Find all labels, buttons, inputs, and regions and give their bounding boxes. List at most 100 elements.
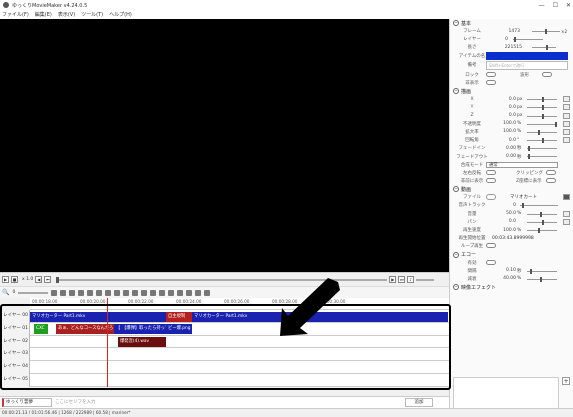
layer-lane[interactable]: レイヤー 03 <box>0 348 449 362</box>
zoom-slider[interactable] <box>18 291 49 294</box>
paste-icon[interactable] <box>69 289 76 296</box>
menu-edit[interactable]: 編集(E) <box>35 11 52 18</box>
memo-field[interactable]: Shift+Enterで改行 <box>486 60 568 70</box>
layer-slider[interactable] <box>513 39 543 41</box>
section-effect[interactable]: − 映像エフェクト <box>450 283 573 291</box>
length-knob[interactable] <box>546 45 548 51</box>
clip[interactable]: マリオカーター Part1.mkv <box>30 311 166 322</box>
volume-slider[interactable] <box>527 213 557 215</box>
play-icon[interactable]: ▶ <box>2 276 9 283</box>
video-preview[interactable] <box>0 19 449 272</box>
volume-bar[interactable] <box>416 278 435 281</box>
pan-knob[interactable] <box>542 219 544 225</box>
section-draw[interactable]: − 描画 <box>450 87 573 95</box>
seek-knob[interactable] <box>56 276 60 283</box>
speed-knob[interactable] <box>538 227 540 233</box>
collapse-icon[interactable]: − <box>453 251 459 258</box>
voice-select[interactable]: ゆっくり霊夢 <box>2 398 52 407</box>
rotation-knob[interactable] <box>542 138 544 144</box>
menu-help[interactable]: ヘルプ(H) <box>109 11 132 18</box>
shape-icon[interactable] <box>141 289 148 296</box>
frame-knob[interactable] <box>545 29 547 34</box>
cut-icon[interactable] <box>51 289 58 296</box>
clip[interactable]: 【爆弾】取ったら持ってる <box>120 324 166 335</box>
zcoord-toggle[interactable] <box>546 178 556 183</box>
invert-toggle[interactable] <box>486 169 496 175</box>
echo-interval-knob[interactable] <box>530 268 532 274</box>
layer-lane[interactable]: レイヤー 05 <box>0 374 449 387</box>
copy-icon[interactable] <box>60 289 67 296</box>
effect-icon[interactable] <box>150 289 157 296</box>
x-mode-button[interactable] <box>563 96 570 103</box>
hide-toggle[interactable] <box>486 79 496 85</box>
clip[interactable]: ビー爆.png <box>166 324 192 335</box>
clip[interactable]: あぁ、どんなコースなんだろう！ <box>56 324 114 335</box>
clip[interactable]: 自主規制 <box>166 311 192 322</box>
stop-icon[interactable]: ■ <box>11 276 18 283</box>
folder-icon[interactable] <box>563 194 570 201</box>
delete-icon[interactable] <box>78 289 85 296</box>
clip[interactable]: CXC <box>34 324 48 335</box>
video-icon[interactable] <box>123 289 130 296</box>
settings-icon[interactable] <box>204 289 211 296</box>
group-icon[interactable] <box>96 289 103 296</box>
fadein-slider[interactable] <box>527 148 557 150</box>
x-knob[interactable] <box>542 97 544 103</box>
jump-start-icon[interactable]: ⏮ <box>44 276 52 283</box>
z-knob[interactable] <box>542 113 544 119</box>
section-echo[interactable]: − エコー <box>450 251 573 259</box>
time-ruler[interactable]: 00:00:18.00 00:00:20.00 00:00:22.00 00:0… <box>30 298 449 310</box>
close-button[interactable]: ✕ <box>566 2 571 9</box>
playhead[interactable] <box>107 298 108 387</box>
collapse-icon[interactable]: − <box>453 88 459 95</box>
track-knob[interactable] <box>522 203 524 209</box>
zoom-mode-button[interactable] <box>563 128 570 135</box>
minimize-button[interactable]: — <box>539 2 545 9</box>
fadein-knob[interactable] <box>528 146 530 152</box>
always-toggle[interactable] <box>486 178 496 183</box>
echo-toggle[interactable] <box>486 259 496 265</box>
text-icon[interactable] <box>105 289 112 296</box>
lock-icon[interactable] <box>186 289 193 296</box>
echo-decay-slider[interactable] <box>527 278 557 280</box>
opacity-knob[interactable] <box>555 121 557 127</box>
jump-end-icon[interactable]: ⏭ <box>398 276 406 283</box>
redo-icon[interactable] <box>168 289 175 296</box>
layer-lane[interactable]: レイヤー 00 マリオカーター Part1.mkv 自主規制 マリオカーター P… <box>0 310 449 323</box>
length-slider[interactable] <box>532 47 556 49</box>
fadeout-knob[interactable] <box>528 154 530 160</box>
layer-lane[interactable]: レイヤー 04 <box>0 361 449 374</box>
item-name-field[interactable] <box>486 51 568 60</box>
speed-label[interactable]: x 1.0 <box>22 277 33 282</box>
undo-icon[interactable] <box>159 289 166 296</box>
image-icon[interactable] <box>114 289 121 296</box>
opacity-mode-button[interactable] <box>563 120 570 127</box>
y-knob[interactable] <box>542 105 544 111</box>
file-toggle[interactable] <box>486 194 496 201</box>
volume-knob[interactable] <box>540 211 542 217</box>
layer-knob[interactable] <box>514 37 516 43</box>
menu-view[interactable]: 表示(V) <box>58 11 75 18</box>
maximize-button[interactable]: ☐ <box>553 2 558 9</box>
audio-icon[interactable] <box>132 289 139 296</box>
collapse-icon[interactable]: − <box>453 284 459 291</box>
z-mode-button[interactable] <box>563 112 570 119</box>
clipping-toggle[interactable] <box>546 169 556 175</box>
track-slider[interactable] <box>520 205 558 207</box>
layer-lane[interactable]: レイヤー 02 爆発音(4).wav <box>0 335 449 349</box>
collapse-icon[interactable]: − <box>453 186 459 193</box>
dialogue-input[interactable]: ここにセリフを入力 <box>55 398 405 407</box>
add-effect-icon[interactable]: + <box>562 377 570 385</box>
layer-lane[interactable]: レイヤー 01 CXC あぁ、どんなコースなんだろう！ 【爆弾】 【爆弾】取った… <box>0 322 449 336</box>
fadeout-slider[interactable] <box>527 156 557 158</box>
volume-mode-button[interactable] <box>563 210 570 217</box>
lock-toggle[interactable] <box>486 71 496 77</box>
blend-select[interactable]: 通常 <box>486 161 558 168</box>
pan-mode-button[interactable] <box>563 218 570 225</box>
zoom-slider[interactable] <box>527 131 557 133</box>
prev-frame-icon[interactable]: ◀ <box>35 276 43 283</box>
loop-toggle[interactable] <box>486 243 496 249</box>
speed-slider[interactable] <box>527 229 557 231</box>
y-mode-button[interactable] <box>563 104 570 111</box>
next-frame-icon[interactable]: ▶ <box>389 276 397 283</box>
